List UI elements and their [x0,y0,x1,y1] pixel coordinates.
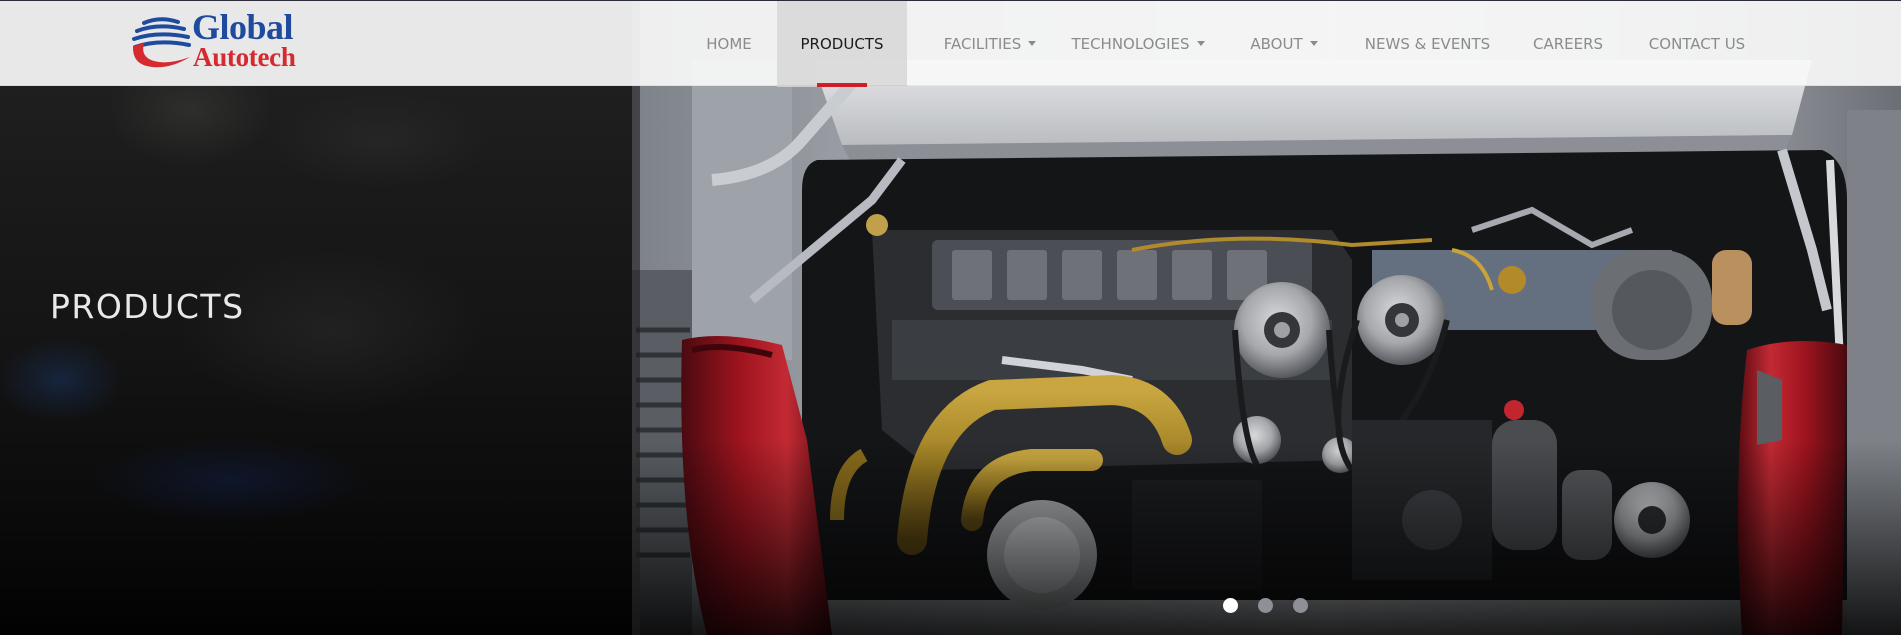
slider-dot-2[interactable] [1258,598,1273,613]
nav-item-label: NEWS & EVENTS [1364,35,1491,53]
nav-item-home[interactable]: HOME [695,1,763,87]
nav-item-technologies[interactable]: TECHNOLOGIES [1068,1,1208,87]
slider-dot-3[interactable] [1293,598,1308,613]
nav-item-about[interactable]: ABOUT [1242,1,1326,87]
caret-down-icon [1028,40,1037,46]
hero-left-panel: PRODUCTS [0,0,632,635]
engine-photo [632,0,1901,635]
nav-item-products[interactable]: PRODUCTS [777,1,907,87]
brand-logo-link[interactable]: Global Autotech [130,9,330,73]
top-navbar: Global Autotech HOME PRODUCTS FACILITIES… [0,0,1901,87]
nav-item-label: CAREERS [1532,35,1604,53]
slider-dot-1[interactable] [1223,598,1238,613]
globe-swoosh-icon [132,17,191,68]
nav-item-label: CONTACT US [1648,35,1746,53]
brand-name-global: Global [192,7,294,47]
nav-item-news-events[interactable]: NEWS & EVENTS [1360,1,1495,87]
caret-down-icon [1309,40,1318,46]
page: PRODUCTS Global Autotech HOME PRODUCTS F… [0,0,1901,635]
nav-item-contact-us[interactable]: CONTACT US [1643,1,1751,87]
hero-title: PRODUCTS [50,287,245,326]
nav-item-label: TECHNOLOGIES [1071,35,1190,53]
nav-item-label: FACILITIES [943,35,1022,53]
caret-down-icon [1196,40,1205,46]
nav-item-label: ABOUT [1250,35,1303,53]
nav-item-careers[interactable]: CAREERS [1528,1,1608,87]
brand-name-autotech: Autotech [193,42,296,72]
nav-item-facilities[interactable]: FACILITIES [925,1,1055,87]
nav-item-label: PRODUCTS [800,35,884,53]
hero-image [632,0,1901,635]
nav-item-label: HOME [706,35,752,53]
